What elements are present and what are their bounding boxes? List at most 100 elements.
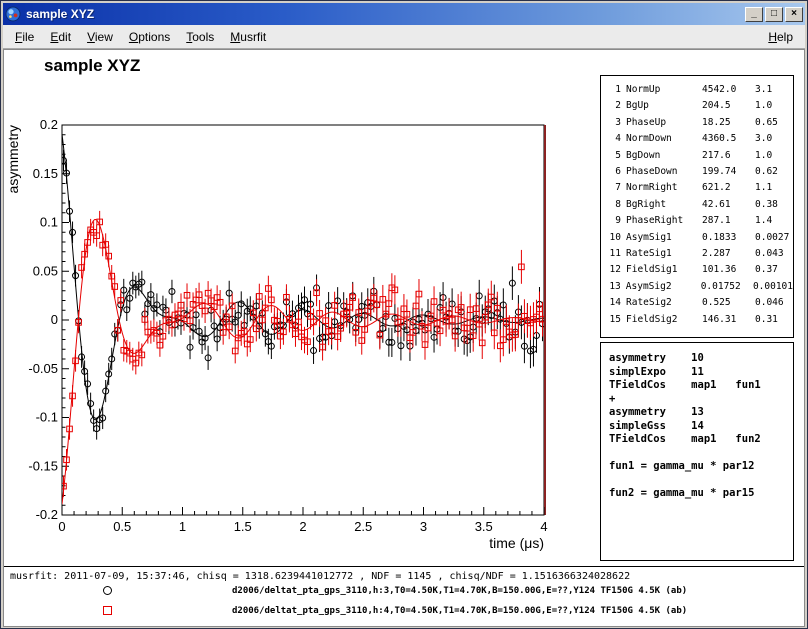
data-series-circle — [61, 134, 546, 440]
param-value: 146.31 — [702, 312, 755, 328]
param-number: 11 — [606, 246, 621, 262]
param-number: 4 — [606, 131, 621, 147]
param-number: 3 — [606, 115, 621, 131]
root-canvas[interactable]: sample XYZ 00.511.522.533.54-0.2-0.15-0.… — [3, 49, 805, 627]
param-number: 12 — [606, 262, 621, 278]
menu-tools[interactable]: Tools — [178, 27, 222, 47]
param-row: 3PhaseUp18.250.65 — [606, 115, 793, 131]
window-title: sample XYZ — [26, 7, 745, 21]
param-error: 3.0 — [755, 131, 793, 147]
x-tick-label: 3.5 — [475, 519, 493, 534]
param-row: 7NormRight621.21.1 — [606, 180, 793, 196]
y-tick-label: 0.15 — [33, 166, 58, 181]
axis-labels: 00.511.522.533.54-0.2-0.15-0.1-0.0500.05… — [5, 117, 548, 551]
legend-row: d2006/deltat_pta_gps_3110,h:4,T0=4.50K,T… — [4, 601, 804, 621]
param-error: 0.62 — [755, 164, 793, 180]
param-name: BgDown — [626, 148, 702, 164]
param-name: BgRight — [626, 197, 702, 213]
menu-musrfit[interactable]: Musrfit — [222, 27, 274, 47]
minimize-button[interactable]: _ — [745, 7, 763, 22]
theory-line: asymmetry 10 — [609, 352, 793, 366]
param-number: 7 — [606, 180, 621, 196]
menu-options[interactable]: Options — [121, 27, 178, 47]
x-tick-label: 0.5 — [113, 519, 131, 534]
param-value: 18.25 — [702, 115, 755, 131]
param-number: 1 — [606, 82, 621, 98]
param-name: FieldSig1 — [626, 262, 702, 278]
x-tick-label: 3 — [420, 519, 427, 534]
param-name: PhaseRight — [626, 213, 702, 229]
app-window: sample XYZ _ □ × FileEditViewOptionsTool… — [0, 0, 808, 629]
theory-line: fun2 = gamma_mu * par15 — [609, 487, 793, 501]
param-row: 2BgUp204.51.0 — [606, 98, 793, 114]
param-name: PhaseDown — [626, 164, 702, 180]
param-value: 4542.0 — [702, 82, 755, 98]
window-controls: _ □ × — [745, 7, 803, 22]
param-row: 13AsymSig20.017520.00101 — [606, 279, 793, 295]
menu-accel: V — [87, 30, 95, 44]
param-number: 15 — [606, 312, 621, 328]
menu-file[interactable]: File — [7, 27, 42, 47]
x-tick-label: 4 — [540, 519, 547, 534]
param-name: FieldSig2 — [626, 312, 702, 328]
param-value: 0.525 — [702, 295, 755, 311]
param-number: 14 — [606, 295, 621, 311]
theory-line: TFieldCos map1 fun2 — [609, 433, 793, 447]
param-number: 5 — [606, 148, 621, 164]
y-tick-label: 0.05 — [33, 263, 58, 278]
axis-ticks — [62, 125, 544, 515]
menu-edit[interactable]: Edit — [42, 27, 79, 47]
param-number: 10 — [606, 230, 621, 246]
theory-function-box: asymmetry 10simplExpo 11 TFieldCos map1 f… — [600, 342, 794, 561]
param-error: 3.1 — [755, 82, 793, 98]
param-value: 204.5 — [702, 98, 755, 114]
x-tick-label: 2.5 — [354, 519, 372, 534]
param-name: PhaseUp — [626, 115, 702, 131]
y-tick-label: -0.15 — [28, 458, 58, 473]
param-error: 0.37 — [755, 262, 793, 278]
menu-view[interactable]: View — [79, 27, 121, 47]
param-value: 2.287 — [702, 246, 755, 262]
param-value: 101.36 — [702, 262, 755, 278]
fit-status-line: musrfit: 2011-07-09, 15:37:46, chisq = 1… — [4, 566, 804, 582]
plot-frame — [62, 125, 544, 515]
legend-square-marker-icon — [103, 606, 112, 615]
maximize-button[interactable]: □ — [765, 7, 783, 22]
param-value: 0.1833 — [702, 230, 755, 246]
param-error: 0.00101 — [753, 279, 793, 295]
param-number: 9 — [606, 213, 621, 229]
param-row: 4NormDown4360.53.0 — [606, 131, 793, 147]
x-tick-label: 0 — [58, 519, 65, 534]
param-error: 0.31 — [755, 312, 793, 328]
plot-area[interactable]: 00.511.522.533.54-0.2-0.15-0.1-0.0500.05… — [4, 50, 604, 566]
param-number: 13 — [606, 279, 621, 295]
x-tick-label: 1.5 — [234, 519, 252, 534]
theory-line: simplExpo 11 — [609, 366, 793, 380]
param-value: 217.6 — [702, 148, 755, 164]
app-icon-graphic — [5, 6, 21, 22]
param-number: 2 — [606, 98, 621, 114]
param-error: 1.4 — [755, 213, 793, 229]
param-name: AsymSig1 — [626, 230, 702, 246]
menu-accel: M — [230, 30, 240, 44]
theory-line: simpleGss 14 — [609, 420, 793, 434]
menu-accel: E — [50, 30, 58, 44]
param-row: 15 FieldSig2146.310.31 — [606, 312, 793, 328]
param-error: 0.046 — [755, 295, 793, 311]
data-series-square — [61, 211, 546, 504]
app-icon[interactable] — [5, 6, 21, 22]
param-value: 199.74 — [702, 164, 755, 180]
param-error: 1.0 — [755, 98, 793, 114]
y-tick-label: 0.2 — [40, 117, 58, 132]
param-row: 8BgRight42.610.38 — [606, 197, 793, 213]
theory-line: asymmetry 13 — [609, 406, 793, 420]
theory-line — [609, 447, 793, 461]
menu-help[interactable]: Help — [760, 27, 801, 47]
param-value: 42.61 — [702, 197, 755, 213]
theory-line — [609, 474, 793, 488]
param-name: NormDown — [626, 131, 702, 147]
fit-parameter-box: 1NormUp4542.03.12BgUp204.51.03PhaseUp18.… — [600, 75, 794, 338]
param-name: RateSig2 — [626, 295, 702, 311]
close-button[interactable]: × — [785, 7, 803, 22]
titlebar[interactable]: sample XYZ _ □ × — [3, 3, 805, 25]
